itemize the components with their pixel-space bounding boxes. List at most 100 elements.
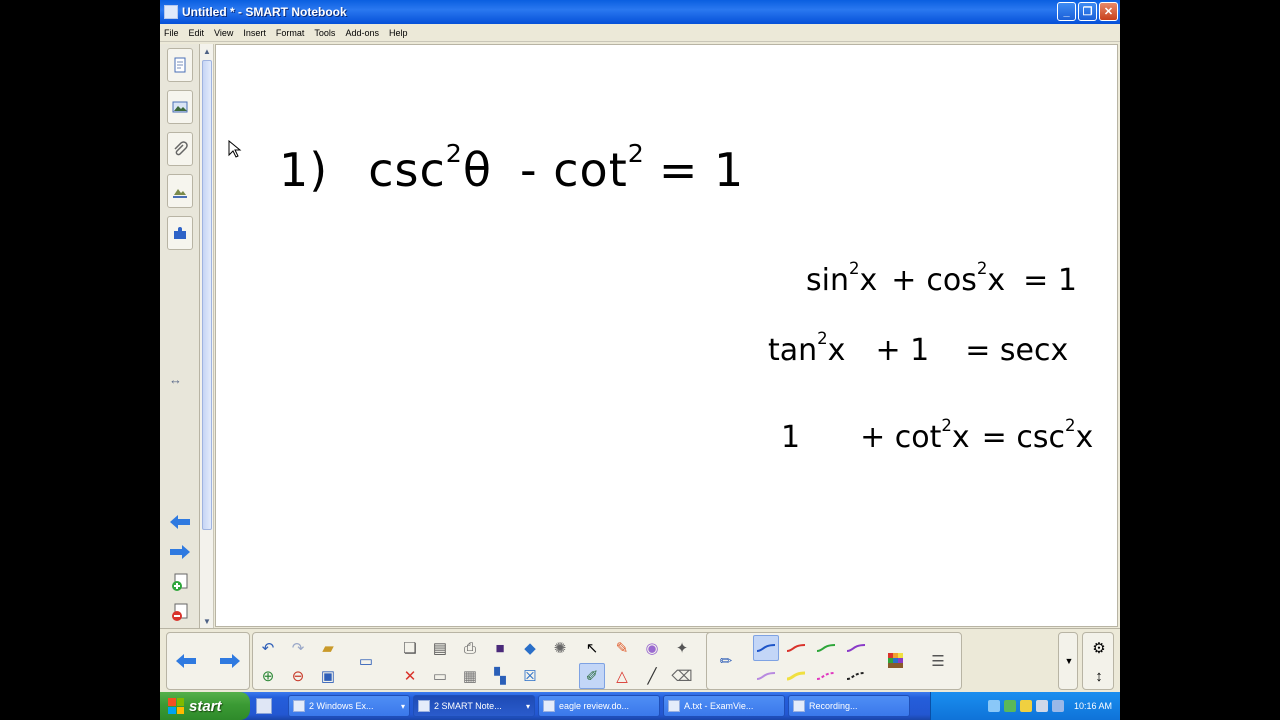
- taskbar-item-label: Recording...: [809, 701, 858, 711]
- next-page-toolbar-button[interactable]: [217, 648, 243, 674]
- taskbar-item-eagle-review[interactable]: eagle review.do...: [538, 695, 660, 717]
- start-button[interactable]: start: [160, 692, 250, 720]
- eraser-button[interactable]: ◉: [639, 635, 665, 661]
- undo-button[interactable]: ↶: [255, 635, 281, 661]
- taskbar-item-examview[interactable]: A.txt - ExamVie...: [663, 695, 785, 717]
- save-button[interactable]: ▣: [315, 663, 341, 689]
- minimize-button[interactable]: _: [1057, 2, 1076, 21]
- customize-toolbar-button[interactable]: ⚙: [1086, 635, 1112, 661]
- tab-page-sorter[interactable]: [167, 48, 193, 82]
- vertical-scrollbar[interactable]: ▲ ▼: [200, 44, 214, 628]
- pencil-icon: ✏: [719, 653, 733, 670]
- delete-button[interactable]: ✕: [397, 663, 423, 689]
- menu-file[interactable]: File: [164, 28, 179, 38]
- tab-gallery[interactable]: [167, 90, 193, 124]
- line-tool-button[interactable]: ╱: [639, 663, 665, 689]
- pen-style-blue[interactable]: [753, 635, 779, 661]
- scroll-up-icon[interactable]: ▲: [201, 45, 213, 57]
- folder-icon: ▰: [322, 640, 334, 657]
- tab-add-ons[interactable]: [167, 216, 193, 250]
- creative-pen-button[interactable]: ✎: [609, 635, 635, 661]
- toolbar-overflow-button[interactable]: ▼: [1056, 648, 1082, 674]
- start-label: start: [189, 697, 222, 715]
- gear-icon: ⚙: [1092, 640, 1106, 657]
- pen-style-magenta[interactable]: [813, 663, 839, 689]
- move-toolbar-button[interactable]: ↕: [1086, 663, 1112, 689]
- pen-style-yellow[interactable]: [783, 663, 809, 689]
- pen-style-red[interactable]: [783, 635, 809, 661]
- next-page-button[interactable]: [167, 540, 193, 564]
- eq-main-rhs: = 1: [658, 143, 745, 197]
- full-screen-button[interactable]: ▭: [427, 663, 453, 689]
- eq2-tan: tan: [768, 333, 818, 368]
- screen-shade-button[interactable]: ▤: [427, 635, 453, 661]
- taskbar-item-recording[interactable]: Recording...: [788, 695, 910, 717]
- color-palette-button[interactable]: [883, 648, 909, 674]
- recorder-button[interactable]: ◆: [517, 635, 543, 661]
- scroll-down-icon[interactable]: ▼: [201, 615, 213, 627]
- tab-properties[interactable]: [167, 174, 193, 208]
- menu-tools[interactable]: Tools: [314, 28, 335, 38]
- pen-style-purple[interactable]: [843, 635, 869, 661]
- eraser-icon: ⌫: [671, 668, 693, 685]
- menu-edit[interactable]: Edit: [189, 28, 205, 38]
- eraser-icon: ◉: [645, 640, 659, 657]
- magic-pen-button[interactable]: ✺: [547, 635, 573, 661]
- volume-icon[interactable]: [1035, 700, 1048, 712]
- smart-board-icon[interactable]: [1003, 700, 1016, 712]
- eq-main-csc-exp: 2: [445, 139, 463, 169]
- eq1-cos-var: x: [987, 263, 1006, 298]
- capture-button[interactable]: ⎙: [457, 635, 483, 661]
- clock[interactable]: 10:16 AM: [1074, 701, 1112, 711]
- help-icon[interactable]: [256, 698, 272, 714]
- menu-insert[interactable]: Insert: [243, 28, 266, 38]
- previous-page-toolbar-button[interactable]: [173, 648, 199, 674]
- display-icon[interactable]: [1051, 700, 1064, 712]
- shapes-tool-button[interactable]: △: [609, 663, 635, 689]
- title-bar[interactable]: Untitled * - SMART Notebook _ ❐ ✕: [160, 0, 1120, 24]
- pen-properties-button[interactable]: ✏: [713, 648, 739, 674]
- delete-page-button[interactable]: [167, 600, 193, 624]
- equation-pythagorean-sin-cos[interactable]: sin2x + cos2x = 1: [806, 259, 1077, 298]
- dual-page-button[interactable]: ▚: [487, 663, 513, 689]
- page-icon: [174, 57, 186, 73]
- pen-style-light-purple[interactable]: [753, 663, 779, 689]
- magic-wand-button[interactable]: ✦: [669, 635, 695, 661]
- taskbar-item-smart-notebook[interactable]: 2 SMART Note... ▾: [413, 695, 535, 717]
- open-file-button[interactable]: ▰: [315, 635, 341, 661]
- line-style-button[interactable]: ☰: [925, 648, 951, 674]
- security-icon[interactable]: [1019, 700, 1032, 712]
- menu-help[interactable]: Help: [389, 28, 408, 38]
- resize-arrows-icon[interactable]: ↔: [169, 372, 182, 387]
- screen-capture-button[interactable]: ▭: [353, 648, 379, 674]
- pen-style-black[interactable]: [843, 663, 869, 689]
- shade-button[interactable]: ☒: [517, 663, 543, 689]
- network-icon[interactable]: [987, 700, 1000, 712]
- eq1-cos: cos: [926, 263, 977, 298]
- select-tool-button[interactable]: ↖: [579, 635, 605, 661]
- pen-tool-button[interactable]: ✐: [579, 663, 605, 689]
- menu-view[interactable]: View: [214, 28, 233, 38]
- eq2-tan-var: x: [827, 333, 846, 368]
- scrollbar-thumb[interactable]: [202, 60, 212, 530]
- menu-add-ons[interactable]: Add-ons: [345, 28, 379, 38]
- close-button[interactable]: ✕: [1099, 2, 1118, 21]
- menu-format[interactable]: Format: [276, 28, 305, 38]
- taskbar-item-windows-explorer[interactable]: 2 Windows Ex... ▾: [288, 695, 410, 717]
- maximize-button[interactable]: ❐: [1078, 2, 1097, 21]
- equation-csc-cot[interactable]: 1) csc2θ - cot2 = 1: [279, 139, 745, 197]
- paste-button[interactable]: ❏: [397, 635, 423, 661]
- equation-tan-sec[interactable]: tan2x + 1 = secx: [768, 329, 1068, 368]
- delete-page-toolbar-button[interactable]: ⊖: [285, 663, 311, 689]
- document-camera-button[interactable]: ■: [487, 635, 513, 661]
- pen-style-green[interactable]: [813, 635, 839, 661]
- redo-button[interactable]: ↷: [285, 635, 311, 661]
- add-page-button[interactable]: [167, 570, 193, 594]
- table-button[interactable]: ▦: [457, 663, 483, 689]
- add-page-toolbar-button[interactable]: ⊕: [255, 663, 281, 689]
- previous-page-button[interactable]: [167, 510, 193, 534]
- tab-attachments[interactable]: [167, 132, 193, 166]
- eraser-tool-button[interactable]: ⌫: [669, 663, 695, 689]
- equation-cot-csc[interactable]: 1 + cot2x = csc2x: [781, 416, 1093, 455]
- notebook-canvas[interactable]: 1) csc2θ - cot2 = 1 sin2x + cos2x = 1 tan2x + 1…: [215, 44, 1118, 627]
